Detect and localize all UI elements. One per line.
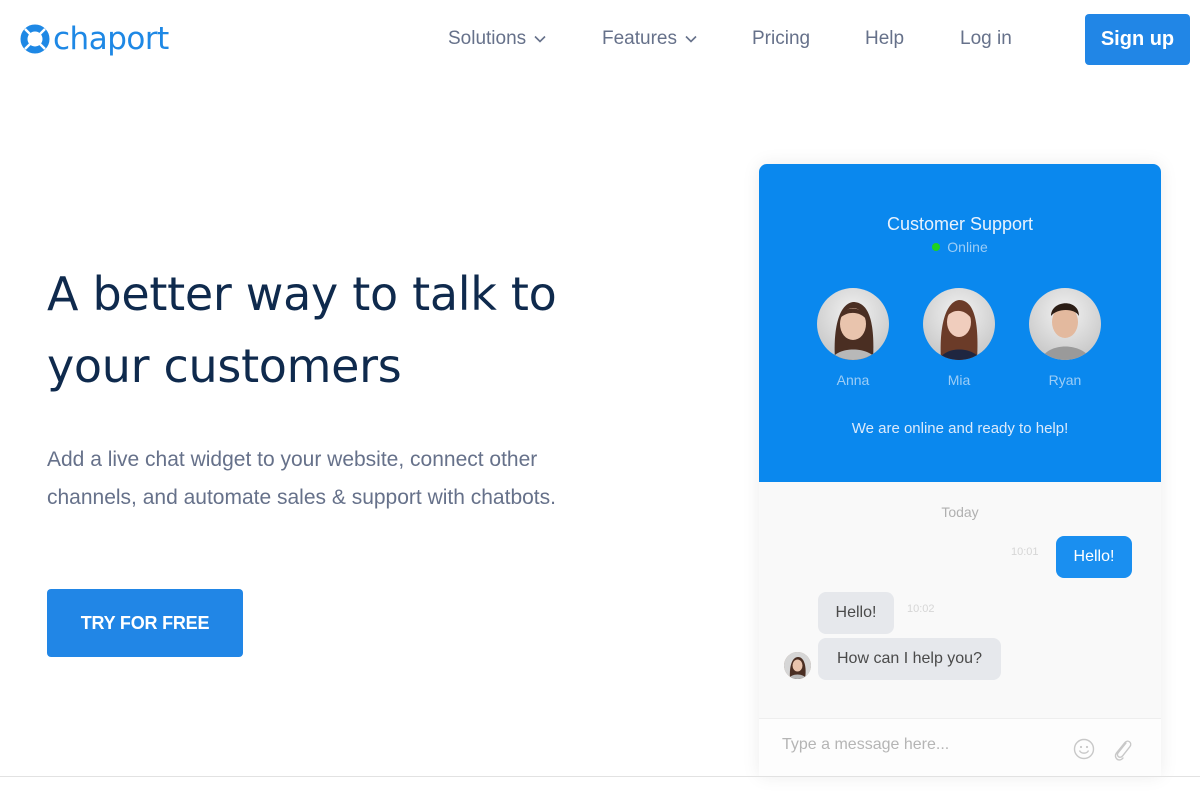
agent-name: Anna bbox=[836, 372, 870, 388]
day-separator: Today bbox=[941, 504, 979, 520]
message-outgoing: Hello! bbox=[1056, 536, 1132, 578]
site-header: chaport Solutions Features Pricing Help … bbox=[0, 0, 1200, 78]
chat-widget-header: Customer Support Online Anna Mia Ryan We… bbox=[759, 164, 1161, 482]
message-time: 10:02 bbox=[907, 603, 935, 615]
message-incoming: How can I help you? bbox=[818, 638, 1001, 680]
nav-pricing[interactable]: Pricing bbox=[752, 28, 810, 50]
hero-title-line1: A better way to talk to bbox=[47, 267, 557, 321]
chat-status-label: Online bbox=[947, 239, 988, 255]
message-incoming: Hello! bbox=[818, 592, 894, 634]
paperclip-icon[interactable] bbox=[1111, 737, 1133, 761]
message-time: 10:01 bbox=[1011, 546, 1039, 558]
nav-features[interactable]: Features bbox=[602, 28, 697, 50]
chat-status: Online bbox=[759, 239, 1161, 255]
lifebuoy-logo-icon bbox=[20, 24, 50, 54]
agent-name: Ryan bbox=[1048, 372, 1082, 388]
avatar bbox=[817, 288, 889, 360]
agent-avatar-small bbox=[784, 652, 811, 679]
agent-mia: Mia bbox=[919, 288, 999, 388]
nav-help[interactable]: Help bbox=[865, 28, 904, 50]
chevron-down-icon bbox=[685, 35, 697, 43]
agent-ryan: Ryan bbox=[1025, 288, 1105, 388]
message-input[interactable] bbox=[782, 736, 1062, 754]
hero-title-line2: your customers bbox=[47, 339, 402, 393]
avatar bbox=[923, 288, 995, 360]
agent-name: Mia bbox=[947, 372, 971, 388]
chat-messages: Today 10:01 Hello! Hello! 10:02 How can … bbox=[759, 482, 1161, 718]
chat-composer bbox=[759, 718, 1161, 776]
nav-features-label: Features bbox=[602, 28, 677, 49]
nav-login[interactable]: Log in bbox=[960, 28, 1012, 50]
nav-solutions[interactable]: Solutions bbox=[448, 28, 546, 50]
section-divider bbox=[0, 776, 1200, 777]
logo-text: chaport bbox=[53, 21, 169, 57]
chevron-down-icon bbox=[534, 35, 546, 43]
avatar bbox=[1029, 288, 1101, 360]
online-dot-icon bbox=[932, 243, 941, 251]
logo[interactable]: chaport bbox=[20, 22, 169, 56]
hero-subtitle: Add a live chat widget to your website, … bbox=[47, 448, 556, 509]
chat-tagline: We are online and ready to help! bbox=[851, 420, 1069, 437]
signup-button[interactable]: Sign up bbox=[1085, 14, 1190, 65]
nav-solutions-label: Solutions bbox=[448, 28, 527, 49]
agent-anna: Anna bbox=[813, 288, 893, 388]
chat-widget-preview: Customer Support Online Anna Mia Ryan We… bbox=[759, 164, 1161, 776]
try-for-free-button[interactable]: TRY FOR FREE bbox=[47, 589, 243, 657]
smiley-icon[interactable] bbox=[1073, 738, 1095, 760]
hero-title: A better way to talk to your customers bbox=[47, 258, 607, 402]
chat-widget-title: Customer Support bbox=[886, 214, 1034, 234]
